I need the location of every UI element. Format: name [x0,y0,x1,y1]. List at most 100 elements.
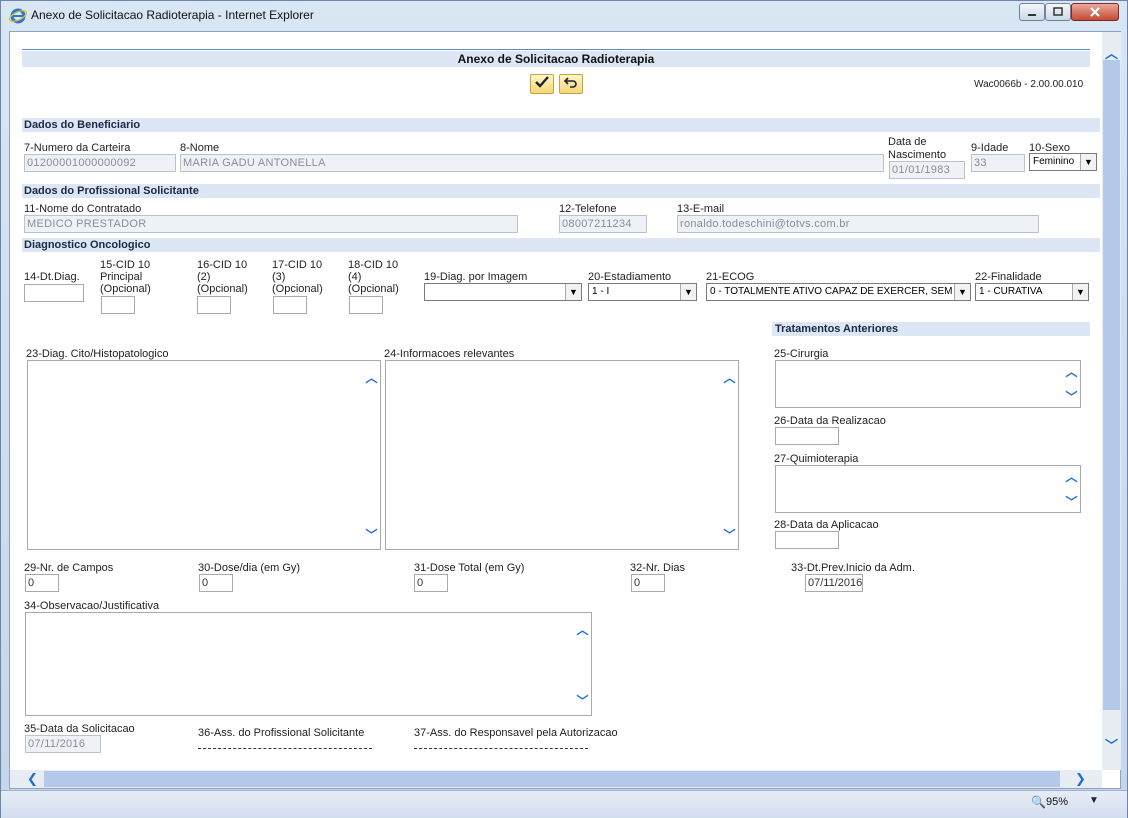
cid3-label-3: (Opcional) [272,283,323,295]
cid4-label-2: (4) [348,271,362,283]
chevron-down-icon[interactable]: ﹀ [1063,493,1080,510]
chevron-up-icon[interactable]: ︿ [363,369,380,386]
undo-button[interactable] [559,74,583,94]
quimio-scrollbar[interactable]: ︿ ﹀ [1063,466,1080,512]
observacao-textarea[interactable]: ︿ ﹀ [25,612,592,716]
sexo-value: Feminino [1033,156,1075,167]
vertical-scrollbar[interactable]: ︿ ﹀ [1102,32,1121,770]
nascimento-field[interactable]: 01/01/1983 [889,161,965,179]
cid4-label-3: (Opcional) [348,283,399,295]
dtrealizacao-label: 26-Data da Realizacao [774,415,886,427]
cid2-field[interactable] [197,296,231,314]
info-scrollbar[interactable]: ︿ ﹀ [721,361,738,549]
finalidade-value: 1 - CURATIVA [979,286,1043,297]
chevron-right-icon[interactable]: ❯ [1072,771,1089,787]
chevron-left-icon[interactable]: ❮ [24,771,41,787]
dosedia-label: 30-Dose/dia (em Gy) [198,562,301,574]
dtaplicacao-label: 28-Data da Aplicacao [774,519,879,531]
nome-field[interactable]: MARIA GADU ANTONELLA [180,154,884,172]
cid1-field[interactable] [101,296,135,314]
chevron-down-icon[interactable]: ﹀ [363,526,380,543]
horizontal-scroll-thumb[interactable] [44,771,1060,787]
carteira-field[interactable]: 01200001000000092 [24,154,176,172]
cid3-label-1: 17-CID 10 [272,259,323,271]
ecog-value: 0 - TOTALMENTE ATIVO CAPAZ DE EXERCER, S… [710,286,963,297]
campos-label: 29-Nr. de Campos [24,562,114,574]
vertical-scroll-thumb[interactable] [1103,60,1120,710]
cito-label: 23-Diag. Cito/Histopatologico [26,348,169,360]
info-textarea[interactable]: ︿ ﹀ [385,360,739,550]
chevron-down-icon: ▼ [954,284,970,300]
dtdiag-field[interactable] [24,284,84,302]
email-label: 13-E-mail [677,203,725,215]
cid3-field[interactable] [273,296,307,314]
finalidade-select[interactable]: 1 - CURATIVA ▼ [975,283,1089,301]
cid1-label-1: 15-CID 10 [100,259,151,271]
top-divider [22,49,1090,50]
dtaplicacao-field[interactable] [775,531,839,549]
contratado-label: 11-Nome do Contratado [24,203,142,215]
contratado-field[interactable]: MEDICO PRESTADOR [24,215,518,233]
cid4-field[interactable] [349,296,383,314]
estadiamento-label: 20-Estadiamento [588,271,672,283]
chevron-down-icon: ▼ [1080,154,1096,170]
section-diagnostico: Diagnostico Oncologico [22,238,1100,252]
dtsolic-label: 35-Data da Solicitacao [24,723,135,735]
dosetotal-field[interactable]: 0 [414,574,448,592]
estadiamento-select[interactable]: 1 - I ▼ [588,283,697,301]
dosetotal-label: 31-Dose Total (em Gy) [414,562,525,574]
chevron-up-icon[interactable]: ︿ [1063,363,1080,380]
ecog-select[interactable]: 0 - TOTALMENTE ATIVO CAPAZ DE EXERCER, S… [706,283,971,301]
status-bar: 🔍 95% ▼ [1,790,1127,818]
zoom-level[interactable]: 95% [1046,796,1068,808]
chevron-up-icon[interactable]: ︿ [1063,468,1080,485]
chevron-up-icon[interactable]: ︿ [721,369,738,386]
confirm-button[interactable] [530,74,554,94]
dtprev-field[interactable]: 07/11/2016 [805,574,863,592]
sexo-select[interactable]: Feminino ▼ [1029,153,1097,171]
horizontal-scrollbar[interactable]: ❮ ❯ [10,770,1102,788]
observacao-scrollbar[interactable]: ︿ ﹀ [574,613,591,715]
cirurgia-textarea[interactable]: ︿ ﹀ [775,360,1081,408]
imagem-select[interactable]: ▼ [424,283,582,301]
email-field[interactable]: ronaldo.todeschini@totvs.com.br [677,215,1039,233]
chevron-down-icon[interactable]: ﹀ [721,526,738,543]
undo-icon [563,77,577,88]
dias-field[interactable]: 0 [631,574,665,592]
cid3-label-2: (3) [272,271,286,283]
ass-prof-line [198,748,372,749]
maximize-button[interactable] [1045,3,1071,21]
minimize-icon [1028,14,1036,16]
minimize-button[interactable] [1019,3,1045,21]
cid1-label-3: (Opcional) [100,283,151,295]
nascimento-label-2: Nascimento [888,149,947,161]
idade-field[interactable]: 33 [971,154,1025,172]
window-title: Anexo de Solicitacao Radioterapia - Inte… [31,8,314,22]
check-icon [535,76,549,88]
nome-label: 8-Nome [180,142,220,154]
campos-field[interactable]: 0 [25,574,59,592]
chevron-down-icon: ▼ [680,284,696,300]
cirurgia-scrollbar[interactable]: ︿ ﹀ [1063,361,1080,407]
chevron-down-icon[interactable]: ﹀ [1063,388,1080,405]
cito-scrollbar[interactable]: ︿ ﹀ [363,361,380,549]
dtrealizacao-field[interactable] [775,427,839,445]
info-label: 24-Informacoes relevantes [384,348,515,360]
telefone-field[interactable]: 08007211234 [559,215,647,233]
close-button[interactable] [1071,3,1119,21]
zoom-dropdown-icon[interactable]: ▼ [1089,795,1099,806]
chevron-down-icon: ▼ [565,284,581,300]
zoom-icon[interactable]: 🔍 [1031,795,1046,809]
dosedia-field[interactable]: 0 [199,574,233,592]
dtsolic-field[interactable]: 07/11/2016 [25,735,101,753]
ass-prof-label: 36-Ass. do Profissional Solicitante [198,727,365,739]
chevron-down-icon[interactable]: ﹀ [574,692,591,709]
quimio-textarea[interactable]: ︿ ﹀ [775,465,1081,513]
cito-textarea[interactable]: ︿ ﹀ [27,360,381,550]
chevron-down-icon[interactable]: ﹀ [1103,738,1120,754]
form-page: Anexo de Solicitacao Radioterapia Wac006… [10,32,1102,770]
ass-resp-line [414,748,588,749]
carteira-label: 7-Numero da Carteira [24,142,131,154]
cid2-label-1: 16-CID 10 [197,259,248,271]
chevron-up-icon[interactable]: ︿ [574,621,591,638]
